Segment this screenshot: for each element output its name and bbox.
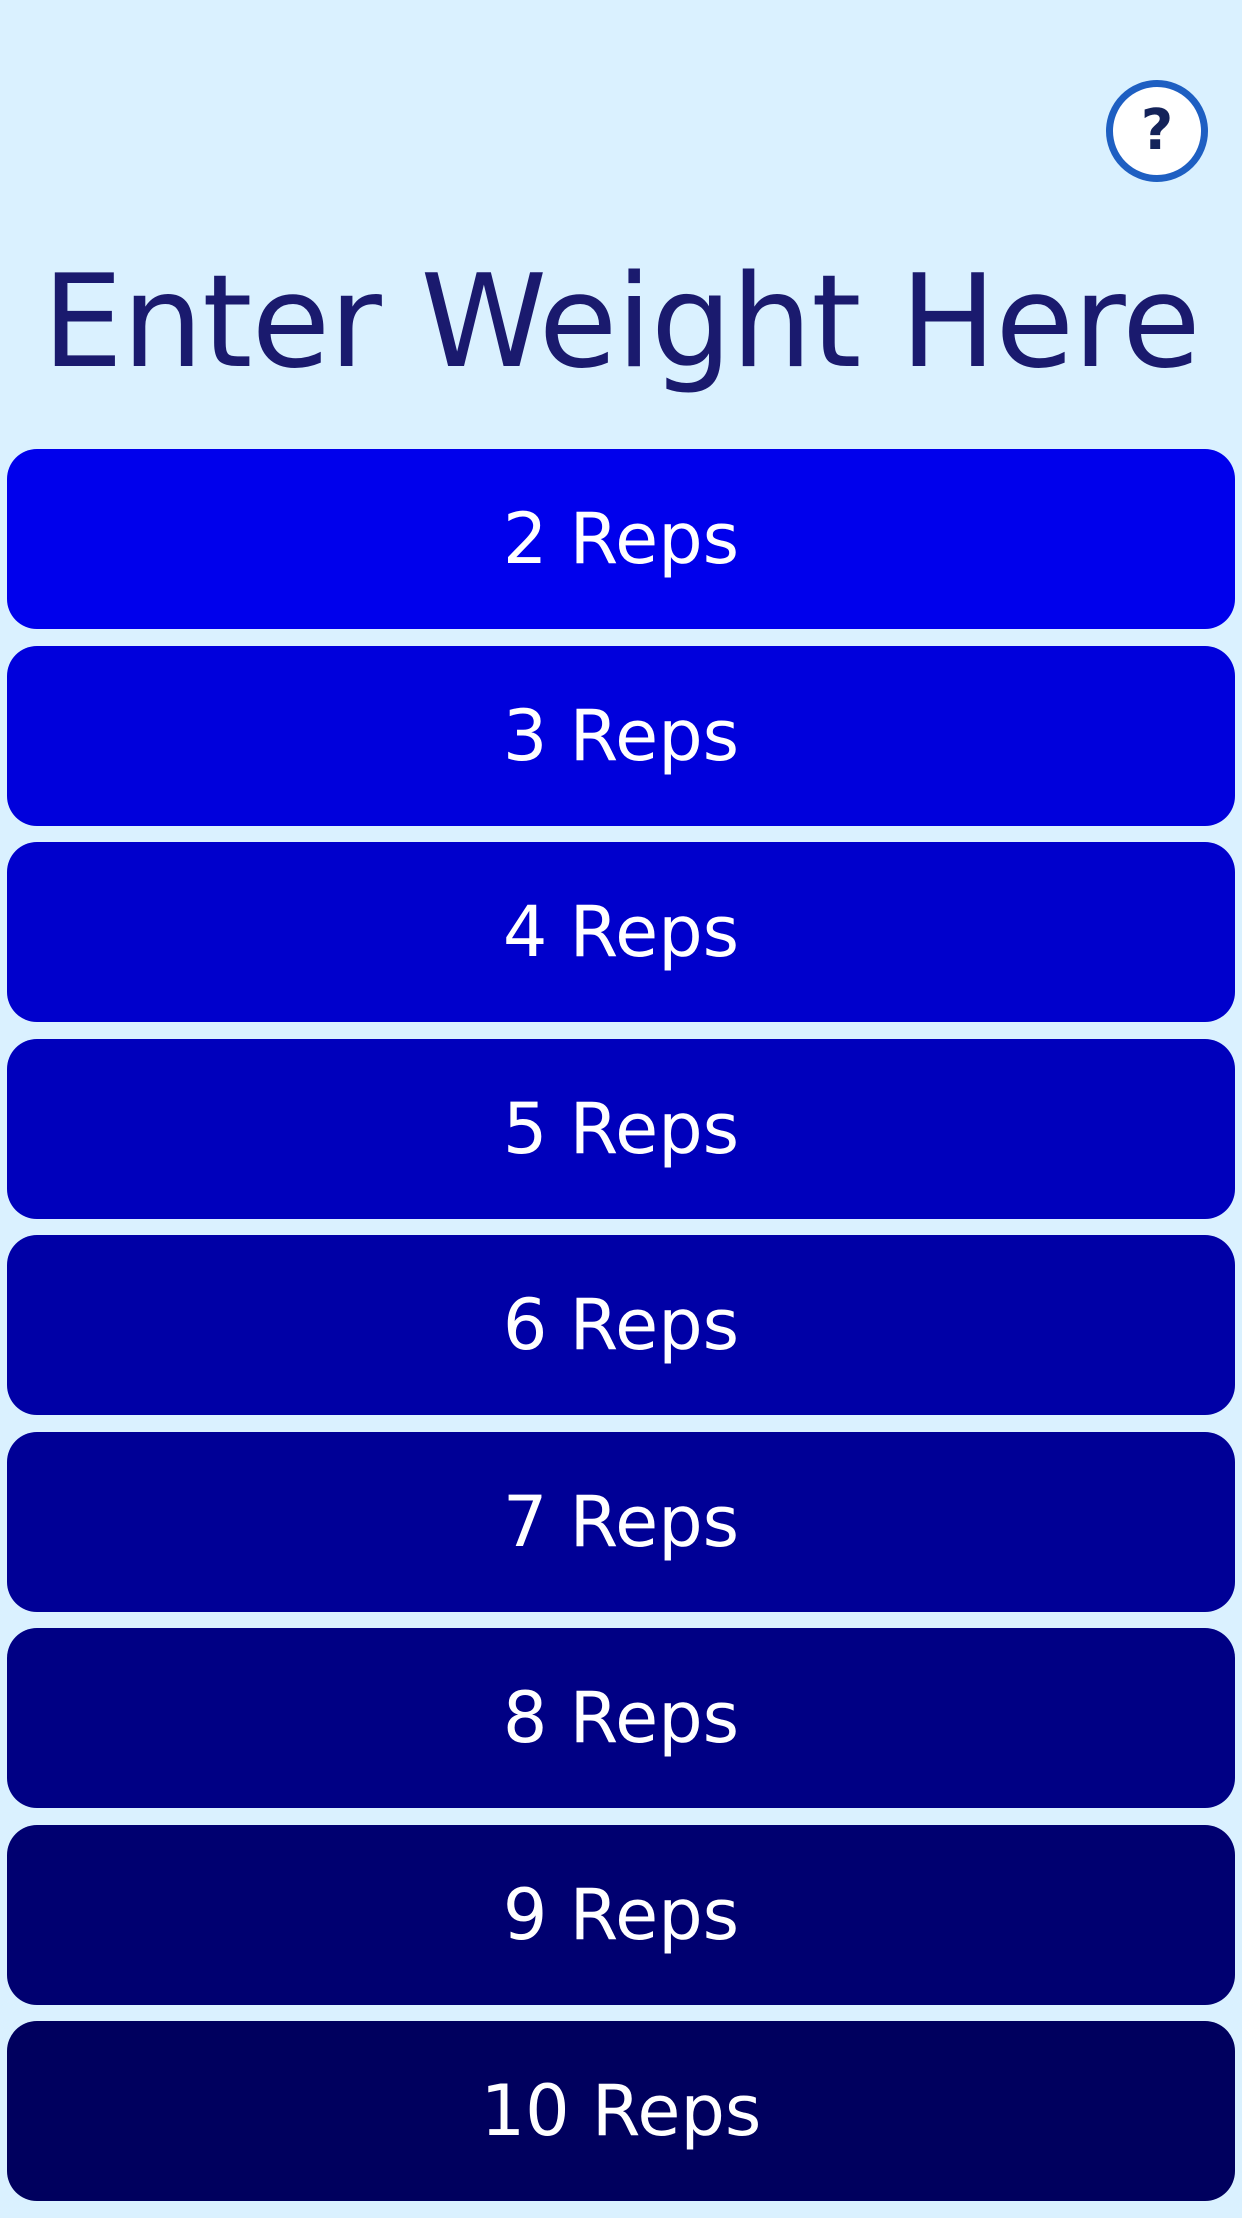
reps-button-6[interactable]: 6 Reps <box>7 1235 1235 1415</box>
reps-button-label: 5 Reps <box>502 1087 740 1170</box>
reps-button-label: 9 Reps <box>502 1873 740 1956</box>
reps-button-label: 8 Reps <box>502 1677 740 1759</box>
reps-button-label: 6 Reps <box>502 1284 740 1366</box>
reps-button-label: 10 Reps <box>480 2070 762 2152</box>
help-button[interactable]: ? <box>1106 80 1208 182</box>
reps-button-4[interactable]: 4 Reps <box>7 842 1235 1022</box>
reps-button-5[interactable]: 5 Reps <box>7 1038 1235 1219</box>
reps-button-label: 3 Reps <box>502 694 740 777</box>
reps-button-9[interactable]: 9 Reps <box>7 1824 1235 2005</box>
reps-button-list: 2 Reps 3 Reps 4 Reps 5 Reps 6 Reps 7 Rep… <box>7 449 1235 2218</box>
reps-button-label: 7 Reps <box>502 1480 740 1563</box>
page-title: Enter Weight Here <box>42 247 1200 397</box>
reps-button-10[interactable]: 10 Reps <box>7 2021 1235 2201</box>
reps-button-3[interactable]: 3 Reps <box>7 645 1235 826</box>
question-mark-icon: ? <box>1140 98 1174 163</box>
reps-button-8[interactable]: 8 Reps <box>7 1628 1235 1808</box>
reps-button-label: 2 Reps <box>502 498 740 580</box>
reps-button-7[interactable]: 7 Reps <box>7 1431 1235 1612</box>
reps-button-2[interactable]: 2 Reps <box>7 449 1235 629</box>
reps-button-label: 4 Reps <box>502 891 740 973</box>
